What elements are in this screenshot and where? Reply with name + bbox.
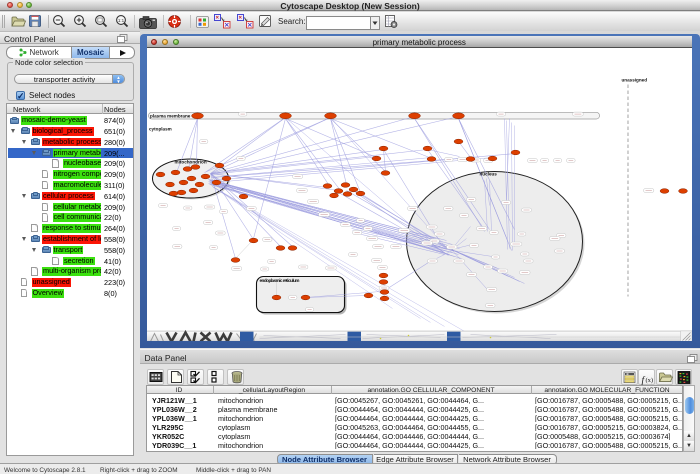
svg-text:plasma membrane: plasma membrane [150, 113, 191, 118]
svg-text:Search:: Search: [278, 17, 306, 26]
svg-text:nucleus: nucleus [479, 171, 497, 176]
svg-text:endoplasmic reticulum: endoplasmic reticulum [259, 278, 299, 283]
svg-text:cytoplasm: cytoplasm [149, 126, 172, 131]
svg-text:unassigned: unassigned [621, 77, 647, 82]
svg-text:1:1: 1:1 [118, 18, 125, 23]
svg-text:(x): (x) [645, 377, 653, 384]
svg-text:mitochondrion: mitochondrion [174, 159, 206, 164]
